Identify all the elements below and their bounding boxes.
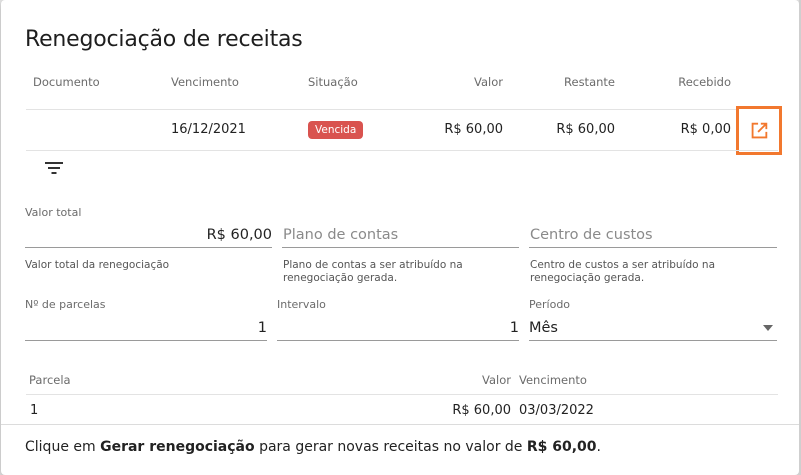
table-divider: [26, 109, 778, 110]
installment-vencimento: 03/03/2022: [519, 403, 594, 418]
cell-recebido: R$ 0,00: [680, 122, 731, 137]
col-header-recebido: Recebido: [678, 75, 731, 89]
col-header-situacao: Situação: [308, 75, 358, 89]
col-header-parcela-valor: Valor: [482, 373, 511, 387]
centro-custos-hint-2: renegociação gerada.: [530, 272, 645, 284]
centro-custos-placeholder: Centro de custos: [530, 227, 653, 243]
valor-total-value: R$ 60,00: [206, 227, 272, 243]
parcelas-field[interactable]: 1: [25, 315, 267, 341]
valor-total-field[interactable]: R$ 60,00: [25, 222, 272, 248]
footer-suffix: .: [596, 439, 601, 455]
intervalo-label: Intervalo: [277, 298, 326, 311]
cell-restante: R$ 60,00: [556, 122, 615, 137]
intervalo-value: 1: [509, 320, 519, 336]
col-header-documento: Documento: [33, 75, 100, 89]
centro-custos-hint-1: Centro de custos a ser atribuído na: [530, 259, 716, 271]
plano-contas-field[interactable]: Plano de contas: [282, 222, 519, 248]
dialog-title: Renegociação de receitas: [25, 27, 303, 52]
plano-contas-hint-2: renegociação gerada.: [283, 272, 398, 284]
footer-divider: [1, 424, 799, 425]
installment-parcela: 1: [30, 403, 39, 418]
footer-instruction: Clique em Gerar renegociação para gerar …: [25, 439, 601, 455]
periodo-value: Mês: [529, 320, 558, 336]
col-header-parcela: Parcela: [29, 373, 71, 387]
col-header-restante: Restante: [564, 75, 615, 89]
open-receivable-button[interactable]: [736, 106, 782, 155]
footer-amount: R$ 60,00: [526, 439, 597, 455]
col-header-parcela-vencimento: Vencimento: [519, 373, 587, 387]
status-badge: Vencida: [308, 121, 364, 139]
periodo-label: Período: [529, 298, 571, 311]
intervalo-field[interactable]: 1: [277, 315, 519, 341]
plano-contas-placeholder: Plano de contas: [283, 227, 399, 243]
col-header-vencimento: Vencimento: [171, 75, 239, 89]
centro-custos-field[interactable]: Centro de custos: [529, 222, 777, 248]
footer-prefix: Clique em: [25, 439, 101, 455]
valor-total-label: Valor total: [25, 206, 82, 219]
valor-total-hint: Valor total da renegociação: [25, 259, 170, 271]
cell-vencimento: 16/12/2021: [171, 122, 246, 137]
footer-action-name: Gerar renegociação: [100, 439, 255, 455]
dropdown-caret-icon: [763, 325, 773, 331]
periodo-select[interactable]: Mês: [529, 315, 777, 341]
plano-contas-hint-1: Plano de contas a ser atribuído na: [283, 259, 463, 271]
open-in-new-icon: [751, 122, 768, 138]
parcelas-value: 1: [257, 320, 267, 336]
renegotiation-dialog: Renegociação de receitas Documento Venci…: [1, 0, 799, 475]
col-header-valor: Valor: [474, 75, 503, 89]
installment-valor: R$ 60,00: [452, 403, 511, 418]
installments-divider: [26, 394, 778, 395]
cell-valor: R$ 60,00: [444, 122, 503, 137]
filter-icon[interactable]: [44, 160, 64, 176]
footer-middle: para gerar novas receitas no valor de: [254, 439, 527, 455]
parcelas-label: Nº de parcelas: [25, 298, 106, 311]
table-divider: [26, 150, 778, 151]
